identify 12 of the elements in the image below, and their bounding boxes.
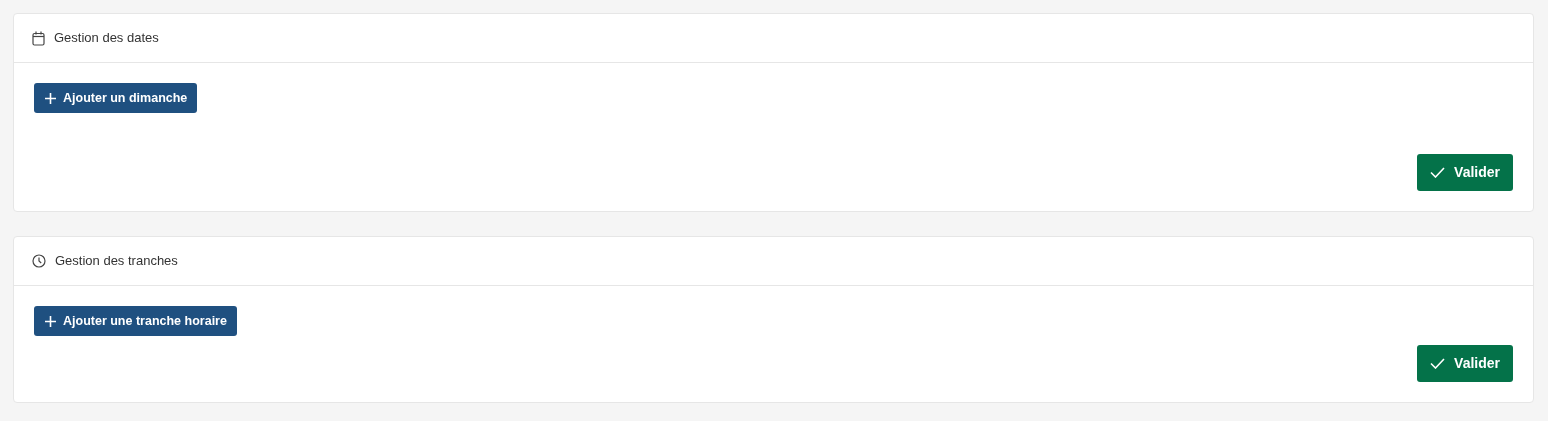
clock-icon [32, 254, 46, 268]
panel-title: Gestion des tranches [55, 252, 178, 271]
plus-icon [45, 315, 56, 327]
calendar-icon [32, 30, 45, 46]
submit-button[interactable]: Valider [1417, 345, 1513, 382]
submit-button[interactable]: Valider [1417, 154, 1513, 191]
add-button[interactable]: Ajouter une tranche horaire [34, 306, 237, 336]
checkmark-icon [1430, 167, 1446, 178]
add-button[interactable]: Ajouter un dimanche [34, 83, 198, 113]
panel-title: Gestion des dates [54, 29, 159, 48]
plus-icon [45, 92, 56, 104]
checkmark-icon [1430, 358, 1446, 369]
